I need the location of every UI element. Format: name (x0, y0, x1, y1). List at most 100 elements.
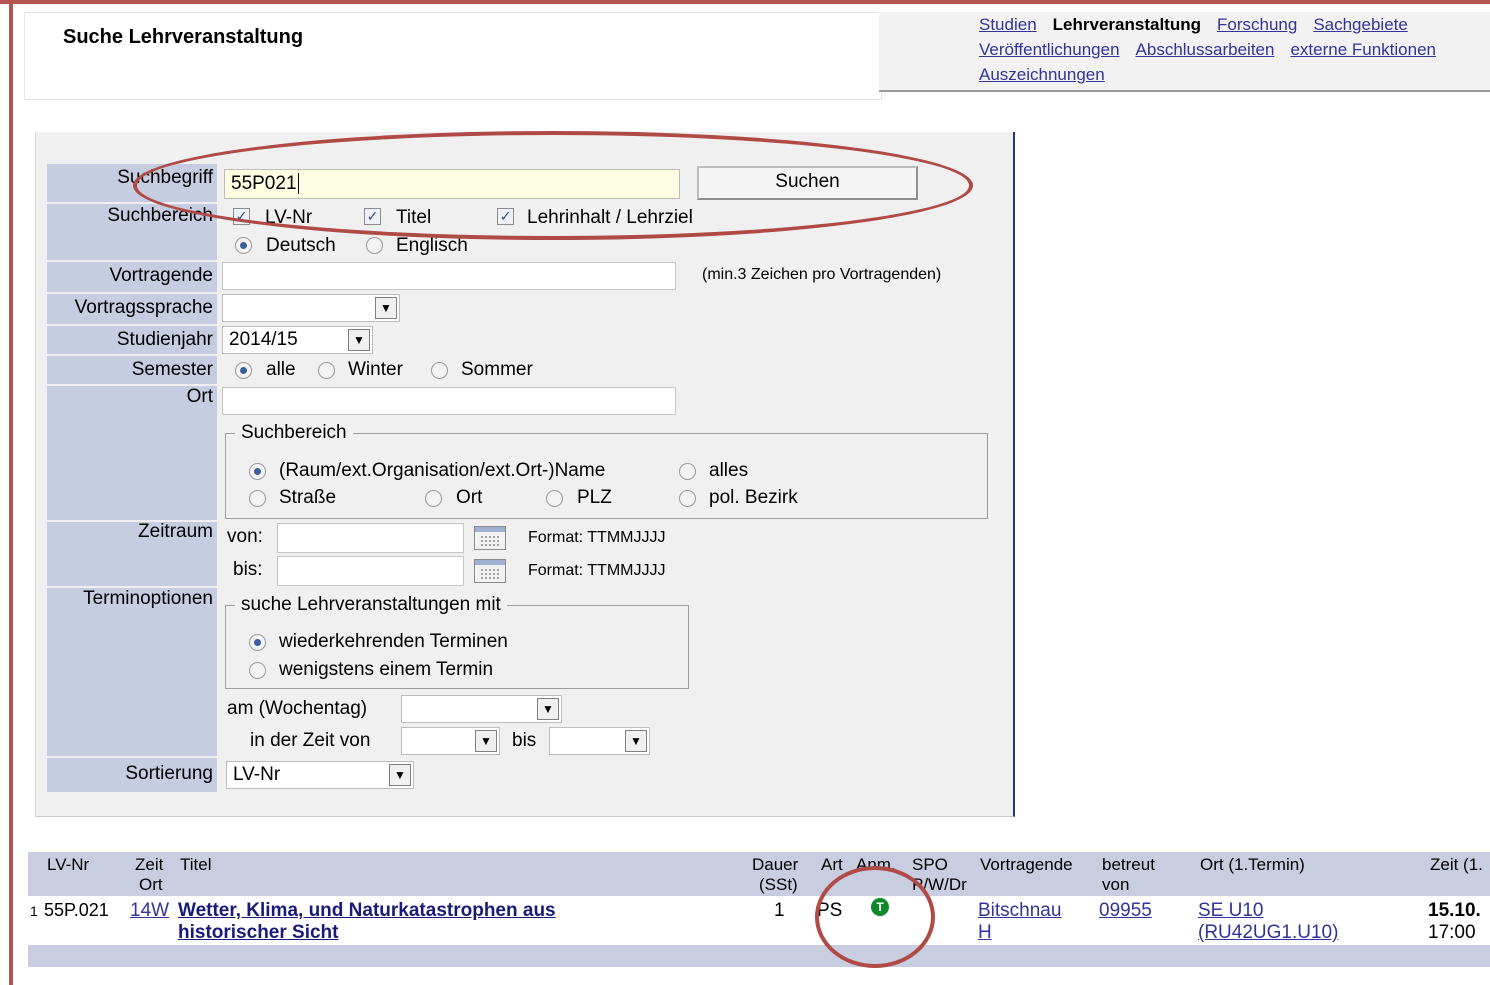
row-titel-link-line2[interactable]: historischer Sicht (178, 921, 339, 944)
col-ort: Ort (139, 875, 163, 894)
vortragssprache-select[interactable]: ▼ (222, 294, 400, 322)
label-studienjahr-text: Studienjahr (116, 329, 213, 350)
ort-name-label: (Raum/ext.Organisation/ext.Ort-)Name (279, 460, 606, 481)
ort-bezirk-radio[interactable] (679, 490, 696, 507)
nav-link-studien[interactable]: Studien (979, 15, 1037, 34)
top-nav: Studien Lehrveranstaltung Forschung Sachgeb… (979, 12, 1490, 87)
calendar-icon[interactable] (474, 559, 506, 583)
semester-winter-label: Winter (348, 359, 403, 380)
bis-label: bis: (233, 559, 263, 580)
row-vortragende-link-line2[interactable]: H (978, 921, 992, 944)
ort-alles-radio[interactable] (679, 463, 696, 480)
col-zeit-termin: Zeit (1. (1430, 855, 1483, 874)
sortierung-value: LV-Nr (233, 764, 281, 785)
semester-alle-radio[interactable] (235, 362, 252, 379)
nav-link-auszeichnungen[interactable]: Auszeichnungen (979, 65, 1105, 84)
annotation-oval-search (133, 131, 973, 240)
ort-ort-label: Ort (456, 487, 483, 508)
zeitraum-bis-input[interactable] (277, 556, 464, 586)
termin-legend: suche Lehrveranstaltungen mit (235, 594, 507, 616)
vortragende-hint: (min.3 Zeichen pro Vortragenden) (702, 266, 942, 283)
nav-row-3: Auszeichnungen (979, 62, 1490, 87)
label-terminoptionen: Terminoptionen (47, 588, 217, 756)
termin-einmal-label: wenigstens einem Termin (279, 659, 494, 680)
label-ort-text: Ort (186, 386, 213, 407)
label-studienjahr: Studienjahr (47, 326, 217, 354)
col-sst: (SSt) (759, 875, 798, 894)
col-art: Art (821, 855, 843, 874)
wochentag-select[interactable]: ▼ (401, 695, 562, 723)
deutsch-radio-label: Deutsch (266, 235, 336, 256)
label-semester: Semester (47, 356, 217, 384)
row-lvnr: 55P.021 (44, 900, 109, 920)
calendar-icon[interactable] (474, 526, 506, 550)
chevron-down-icon: ▼ (389, 764, 411, 786)
semester-winter-radio[interactable] (318, 362, 335, 379)
deutsch-radio[interactable] (235, 237, 252, 254)
vortragende-input[interactable] (222, 262, 676, 290)
chevron-down-icon: ▼ (475, 730, 497, 752)
row-ort-link-line2[interactable]: (RU42UG1.U10) (1198, 921, 1338, 944)
ort-strasse-radio[interactable] (249, 490, 266, 507)
nav-link-sachgebiete[interactable]: Sachgebiete (1313, 15, 1408, 34)
nav-link-abschlussarbeiten[interactable]: Abschlussarbeiten (1136, 40, 1275, 59)
frame-left-border (9, 0, 13, 985)
nav-link-externe-funktionen[interactable]: externe Funktionen (1290, 40, 1436, 59)
col-lvnr: LV-Nr (47, 855, 90, 874)
format-hint-bis: Format: TTMMJJJJ (528, 562, 666, 579)
zeitraum-von-input[interactable] (277, 523, 464, 553)
zeit-von-select[interactable]: ▼ (401, 727, 500, 755)
row-betreut-link[interactable]: 09955 (1099, 899, 1152, 922)
col-spo: SPO (912, 855, 948, 874)
ort-ort-radio[interactable] (425, 490, 442, 507)
row-titel-link-line1[interactable]: Wetter, Klima, und Naturkatastrophen aus (178, 899, 556, 922)
label-vortragende: Vortragende (47, 262, 217, 292)
format-hint-von: Format: TTMMJJJJ (528, 529, 666, 546)
col-dauer: Dauer (752, 855, 799, 874)
label-vortragssprache-text: Vortragssprache (74, 297, 213, 318)
nav-row-2: Veröffentlichungen Abschlussarbeiten exter… (979, 37, 1490, 62)
sortierung-select[interactable]: LV-Nr ▼ (226, 761, 414, 789)
label-zeitraum: Zeitraum (47, 521, 217, 586)
termin-wiederkehrend-radio[interactable] (249, 634, 266, 651)
studienjahr-select[interactable]: 2014/15 ▼ (222, 326, 373, 354)
termin-einmal-radio[interactable] (249, 662, 266, 679)
row-dauer: 1 (774, 900, 785, 921)
label-sortierung-text: Sortierung (125, 763, 213, 784)
semester-alle-label: alle (266, 359, 296, 380)
label-sortierung: Sortierung (47, 758, 217, 792)
ort-plz-label: PLZ (577, 487, 612, 508)
row-zeit-termin-time: 17:00 (1428, 922, 1476, 943)
row-vortragende-link-line1[interactable]: Bitschnau (978, 899, 1061, 922)
chevron-down-icon: ▼ (537, 698, 559, 720)
row-index: 1 (30, 903, 38, 919)
ort-name-radio[interactable] (249, 463, 266, 480)
annotation-oval-anmeldung (815, 866, 935, 968)
label-vortragende-text: Vortragende (109, 265, 213, 286)
row-ort-link-line1[interactable]: SE U10 (1198, 899, 1263, 922)
englisch-radio[interactable] (366, 237, 383, 254)
ort-input[interactable] (222, 387, 676, 415)
ort-plz-radio[interactable] (546, 490, 563, 507)
col-betreut: betreut (1102, 855, 1155, 874)
col-betreut-von: von (1102, 875, 1130, 894)
results-footer (28, 945, 1490, 967)
nav-link-veroeffentlichungen[interactable]: Veröffentlichungen (979, 40, 1120, 59)
von-label: von: (227, 526, 263, 547)
ort-alles-label: alles (709, 460, 749, 481)
semester-sommer-radio[interactable] (431, 362, 448, 379)
nav-current-lehrveranstaltung: Lehrveranstaltung (1052, 15, 1201, 34)
zeit-bis-select[interactable]: ▼ (549, 727, 650, 755)
row-zeit-link[interactable]: 14W (130, 899, 169, 922)
label-semester-text: Semester (131, 359, 213, 380)
chevron-down-icon: ▼ (375, 297, 397, 319)
nav-link-forschung[interactable]: Forschung (1217, 15, 1297, 34)
zeit-von-label: in der Zeit von (250, 730, 371, 751)
ort-strasse-label: Straße (279, 487, 337, 508)
col-vortragende: Vortragende (980, 855, 1073, 874)
label-vortragssprache: Vortragssprache (47, 294, 217, 324)
chevron-down-icon: ▼ (348, 329, 370, 351)
label-zeitraum-text: Zeitraum (138, 521, 213, 542)
col-titel: Titel (180, 855, 212, 874)
semester-sommer-label: Sommer (461, 359, 533, 380)
